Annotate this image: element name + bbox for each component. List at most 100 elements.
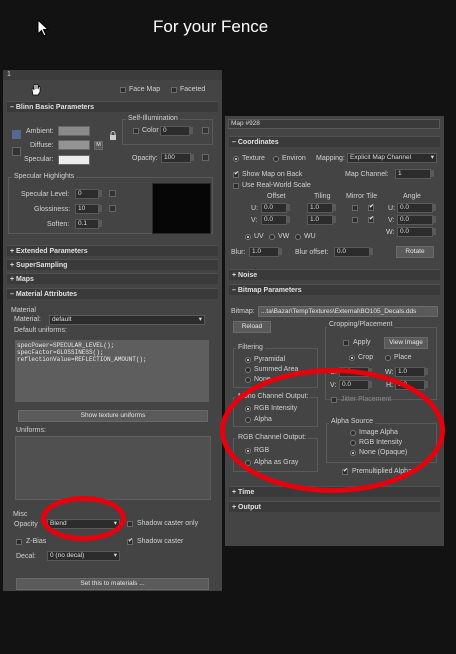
glossiness-input[interactable]: 10 — [75, 204, 99, 214]
rollout-blinn-basic[interactable]: – Blinn Basic Parameters — [7, 101, 218, 112]
zbias-checkbox[interactable] — [16, 539, 22, 545]
annotation-circle-outputs — [220, 368, 445, 493]
v-offset-spinner[interactable] — [286, 216, 290, 223]
u-tile-checkbox[interactable]: ✔ — [368, 204, 374, 211]
u-offset-input[interactable]: 0.0 — [261, 203, 287, 213]
use-real-world-scale-checkbox[interactable] — [233, 183, 239, 189]
v-tiling-spinner[interactable] — [332, 216, 336, 223]
crop-h-spinner[interactable] — [424, 381, 428, 388]
rollout-supersampling[interactable]: + SuperSampling — [7, 259, 218, 270]
faceted-checkbox[interactable] — [171, 87, 177, 93]
rotate-button[interactable]: Rotate — [396, 246, 434, 258]
color-label: Color — [142, 127, 159, 134]
soften-spinner[interactable] — [98, 220, 102, 227]
uv-radio[interactable] — [245, 234, 251, 240]
u-tiling-input[interactable]: 1.0 — [307, 203, 333, 213]
place-radio[interactable] — [385, 355, 391, 361]
pyramidal-radio[interactable] — [245, 357, 251, 363]
specular-color-swatch[interactable] — [58, 155, 90, 165]
diffuse-map-button[interactable]: M — [94, 141, 103, 150]
v-angle-spinner[interactable] — [432, 216, 436, 223]
filtering-none-radio[interactable] — [245, 377, 251, 383]
glossiness-spinner[interactable] — [98, 205, 102, 212]
place-label: Place — [394, 354, 412, 361]
glossiness-map-slot[interactable] — [109, 205, 116, 212]
w-angle-input[interactable]: 0.0 — [397, 227, 433, 237]
faceted-label: Faceted — [180, 86, 206, 93]
shadow-caster-checkbox[interactable]: ✔ — [127, 538, 133, 545]
rollout-material-attributes[interactable]: – Material Attributes — [7, 288, 218, 299]
rollout-title: Extended Parameters — [16, 248, 88, 255]
lock-swatch-icon[interactable] — [12, 147, 21, 156]
lock-swatch-icon[interactable] — [12, 130, 21, 139]
u-angle-input[interactable]: 0.0 — [397, 203, 433, 213]
summed-area-radio[interactable] — [245, 367, 251, 373]
color-checkbox[interactable] — [133, 128, 139, 134]
rollout-noise[interactable]: + Noise — [229, 269, 440, 280]
apply-checkbox[interactable] — [343, 340, 349, 346]
u-tiling-spinner[interactable] — [332, 204, 336, 211]
rollout-output[interactable]: + Output — [229, 501, 440, 512]
blur-spinner[interactable] — [278, 248, 282, 255]
specular-level-map-slot[interactable] — [109, 190, 116, 197]
self-illum-color-input[interactable]: 0 — [160, 126, 190, 136]
texture-radio[interactable] — [233, 156, 239, 162]
opacity-input[interactable]: 100 — [161, 153, 191, 163]
vw-radio[interactable] — [269, 234, 275, 240]
mapping-dropdown[interactable]: Explicit Map Channel ▾ — [347, 153, 437, 163]
rollout-title: SuperSampling — [16, 262, 68, 269]
material-dropdown[interactable]: default ▾ — [49, 315, 205, 325]
caption: For your Fence — [153, 17, 269, 36]
lock-icon[interactable] — [109, 131, 117, 141]
view-image-button[interactable]: View Image — [384, 337, 428, 349]
face-map-checkbox[interactable] — [120, 87, 126, 93]
rollout-extended-parameters[interactable]: + Extended Parameters — [7, 245, 218, 256]
w-angle-spinner[interactable] — [432, 228, 436, 235]
map-name-field[interactable]: Map #928 — [228, 119, 440, 129]
bitmap-path-button[interactable]: ...ta\Bazar\TempTextures\External\BO105_… — [258, 306, 438, 317]
environ-radio[interactable] — [273, 156, 279, 162]
rollout-coordinates[interactable]: – Coordinates — [229, 136, 440, 147]
set-to-materials-button[interactable]: Set this to materials ... — [16, 578, 209, 590]
v-tiling-input[interactable]: 1.0 — [307, 215, 333, 225]
specular-level-input[interactable]: 0 — [75, 189, 99, 199]
blur-input[interactable]: 1.0 — [249, 247, 279, 257]
chevron-down-icon: ▾ — [430, 154, 434, 161]
crop-radio[interactable] — [349, 355, 355, 361]
soften-label: Soften: — [47, 221, 70, 228]
uniforms-list[interactable] — [15, 436, 211, 500]
soften-input[interactable]: 0.1 — [75, 219, 99, 229]
map-channel-spinner[interactable] — [430, 170, 434, 177]
blur-offset-spinner[interactable] — [369, 248, 373, 255]
crop-label: Crop — [358, 354, 374, 361]
specular-level-spinner[interactable] — [98, 190, 102, 197]
u-offset-spinner[interactable] — [286, 204, 290, 211]
crop-w-input[interactable]: 1.0 — [395, 367, 425, 377]
decal-dropdown[interactable]: 0 (no decal) ▾ — [47, 551, 120, 561]
rollout-maps[interactable]: + Maps — [7, 273, 218, 284]
opacity-map-slot[interactable] — [202, 154, 209, 161]
diffuse-color-swatch[interactable] — [58, 140, 90, 150]
v-label: V: — [251, 217, 258, 224]
show-map-on-back-checkbox[interactable]: ✔ — [233, 171, 239, 178]
show-texture-uniforms-button[interactable]: Show texture uniforms — [18, 410, 208, 422]
crop-w-spinner[interactable] — [424, 368, 428, 375]
v-angle-input[interactable]: 0.0 — [397, 215, 433, 225]
shadow-caster-only-checkbox[interactable] — [127, 521, 133, 527]
opacity-spinner[interactable] — [190, 154, 194, 161]
map-channel-input[interactable]: 1 — [395, 169, 431, 179]
v-offset-input[interactable]: 0.0 — [261, 215, 287, 225]
self-illum-map-slot[interactable] — [202, 127, 209, 134]
u-angle-spinner[interactable] — [432, 204, 436, 211]
ambient-color-swatch[interactable] — [58, 126, 90, 136]
expand-plus-icon: + — [232, 504, 237, 511]
default-uniforms-code[interactable]: specPower=SPECULAR_LEVEL(); specFactor=G… — [15, 340, 209, 402]
rollout-bitmap-parameters[interactable]: – Bitmap Parameters — [229, 284, 440, 295]
reload-button[interactable]: Reload — [233, 321, 271, 333]
v-mirror-checkbox[interactable] — [352, 217, 358, 223]
blur-offset-input[interactable]: 0.0 — [334, 247, 370, 257]
u-mirror-checkbox[interactable] — [352, 205, 358, 211]
self-illum-spinner[interactable] — [189, 127, 193, 134]
v-tile-checkbox[interactable]: ✔ — [368, 216, 374, 223]
wu-radio[interactable] — [295, 234, 301, 240]
